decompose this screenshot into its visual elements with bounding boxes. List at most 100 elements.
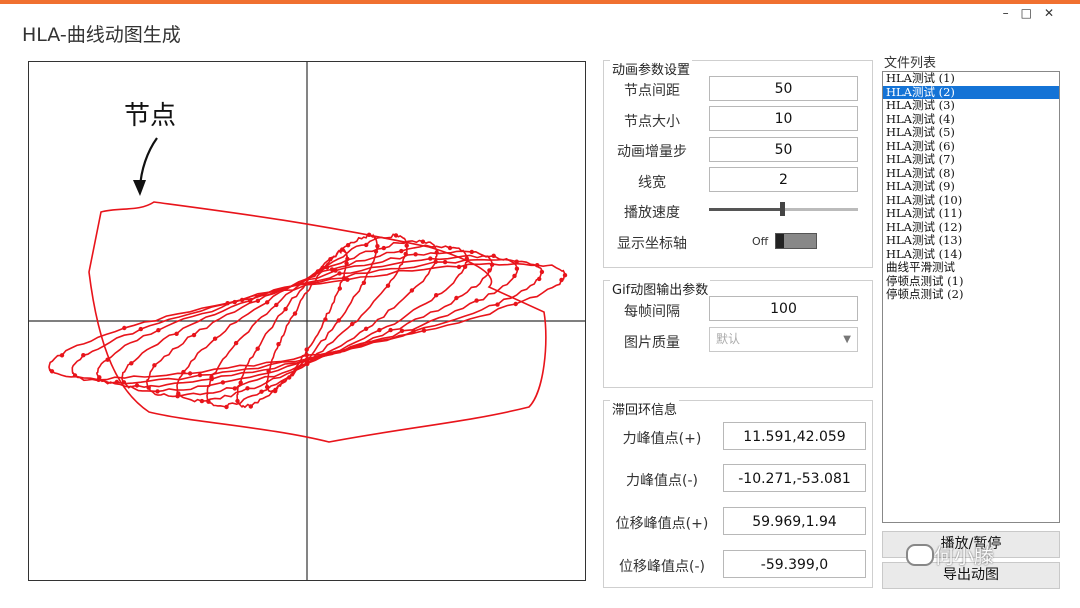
curve-node xyxy=(59,353,65,358)
curve-node xyxy=(191,332,197,338)
node-size-input[interactable]: 10 xyxy=(709,106,858,131)
curve-node xyxy=(364,242,369,248)
curve-node xyxy=(206,399,211,404)
curve-node xyxy=(411,329,416,334)
toggle-knob xyxy=(776,234,784,248)
curve-node xyxy=(345,256,350,262)
file-list-item[interactable]: HLA测试 (11) xyxy=(883,206,1059,221)
curve-node xyxy=(247,298,253,303)
file-list-item[interactable]: HLA测试 (1) xyxy=(883,72,1059,86)
frame-interval-input[interactable]: 100 xyxy=(709,296,858,321)
file-list-item[interactable]: HLA测试 (7) xyxy=(883,152,1059,167)
curve-node xyxy=(537,276,542,282)
curve-node xyxy=(255,346,260,351)
curve-node xyxy=(324,265,330,270)
force-peak-neg-field[interactable]: -10.271,-53.081 xyxy=(723,464,866,492)
curve-node xyxy=(232,299,237,305)
curve-node xyxy=(283,306,288,312)
anim-params-title: 动画参数设置 xyxy=(610,59,693,78)
curve-node xyxy=(434,250,439,255)
curve-node xyxy=(266,368,271,374)
curve-node xyxy=(514,266,520,271)
curve-node xyxy=(474,298,479,303)
file-list-item[interactable]: 曲线平滑测试 xyxy=(883,260,1059,275)
close-icon[interactable]: ✕ xyxy=(1044,6,1066,20)
file-list-item[interactable]: HLA测试 (3) xyxy=(883,98,1059,113)
file-list-item[interactable]: HLA测试 (6) xyxy=(883,139,1059,154)
curve-node xyxy=(454,295,459,301)
curve-node xyxy=(539,269,545,275)
plot-canvas xyxy=(29,62,585,580)
window-controls: –□✕ xyxy=(1003,6,1066,20)
curve-node xyxy=(146,385,151,390)
curve-node xyxy=(420,239,426,244)
show-axes-toggle[interactable] xyxy=(775,233,817,249)
curve-node xyxy=(265,300,270,305)
curve-node xyxy=(264,384,270,390)
curve-node xyxy=(152,363,157,368)
disp-peak-neg-field[interactable]: -59.399,0 xyxy=(723,550,866,578)
disp-peak-pos-field[interactable]: 59.969,1.94 xyxy=(723,507,866,535)
curve-node xyxy=(233,340,239,346)
curve-node xyxy=(345,243,351,248)
file-list-item[interactable]: HLA测试 (13) xyxy=(883,233,1059,248)
curve-node xyxy=(105,357,110,362)
node-spacing-label: 节点间距 xyxy=(624,83,680,99)
file-list-item[interactable]: HLA测试 (4) xyxy=(883,112,1059,127)
play-speed-thumb[interactable] xyxy=(780,202,785,216)
anim-step-input[interactable]: 50 xyxy=(709,137,858,162)
anim-step-label: 动画增量步 xyxy=(617,144,687,160)
minimize-icon[interactable]: – xyxy=(1003,6,1021,20)
curve-node xyxy=(350,321,355,327)
curve-node xyxy=(304,352,309,358)
hysteresis-info-title: 滞回环信息 xyxy=(610,399,680,418)
play-speed-fill xyxy=(709,208,782,211)
curve-node xyxy=(535,263,540,268)
curve-node xyxy=(311,280,316,285)
force-peak-pos-field[interactable]: 11.591,42.059 xyxy=(723,422,866,450)
curve-node xyxy=(328,257,333,262)
curve-node xyxy=(377,327,382,333)
curve-node xyxy=(224,404,229,410)
node-spacing-input[interactable]: 50 xyxy=(709,76,858,101)
curve-node xyxy=(442,259,448,265)
curve-node xyxy=(340,247,345,252)
curve-node xyxy=(344,261,349,266)
line-width-input[interactable]: 2 xyxy=(709,167,858,192)
curve-node xyxy=(181,369,186,375)
curve-node xyxy=(96,377,101,382)
file-list-item[interactable]: HLA测试 (8) xyxy=(883,166,1059,181)
curve-node xyxy=(337,271,342,276)
wechat-icon xyxy=(906,544,934,566)
window-title: HLA-曲线动图生成 xyxy=(22,24,181,46)
curve-node xyxy=(514,259,519,264)
curve-node xyxy=(366,232,372,237)
curve-node xyxy=(413,252,418,257)
file-list-item[interactable]: HLA测试 (10) xyxy=(883,193,1059,208)
curve-node xyxy=(114,379,120,385)
curve-node xyxy=(274,302,279,308)
curve-node xyxy=(562,273,568,278)
file-list-item[interactable]: HLA测试 (2) xyxy=(883,85,1059,99)
file-list-item[interactable]: HLA测试 (5) xyxy=(883,125,1059,140)
curve-node xyxy=(81,353,86,358)
curve-node xyxy=(333,268,338,273)
file-list[interactable]: HLA测试 (1) HLA测试 (2) HLA测试 (3) HLA测试 (4) HLA测… xyxy=(882,71,1060,523)
file-list-item[interactable]: 停顿点测试 (1) xyxy=(883,274,1059,289)
curve-node xyxy=(491,253,496,258)
file-list-item[interactable]: HLA测试 (9) xyxy=(883,179,1059,194)
curve-node xyxy=(513,301,518,307)
hysteresis-plot xyxy=(28,61,586,581)
disp-peak-pos-label: 位移峰值点(+) xyxy=(615,516,709,532)
file-list-item[interactable]: HLA测试 (12) xyxy=(883,220,1059,235)
curve-node xyxy=(434,293,439,298)
curve-node xyxy=(273,387,278,393)
curve-node xyxy=(155,389,160,394)
curve-node xyxy=(487,268,492,273)
maximize-icon[interactable]: □ xyxy=(1021,6,1044,20)
image-quality-select[interactable]: 默认 ▼ xyxy=(709,327,858,352)
file-list-item[interactable]: 停顿点测试 (2) xyxy=(883,287,1059,302)
play-speed-label: 播放速度 xyxy=(624,205,680,221)
curve-node xyxy=(212,336,218,341)
file-list-item[interactable]: HLA测试 (14) xyxy=(883,247,1059,262)
